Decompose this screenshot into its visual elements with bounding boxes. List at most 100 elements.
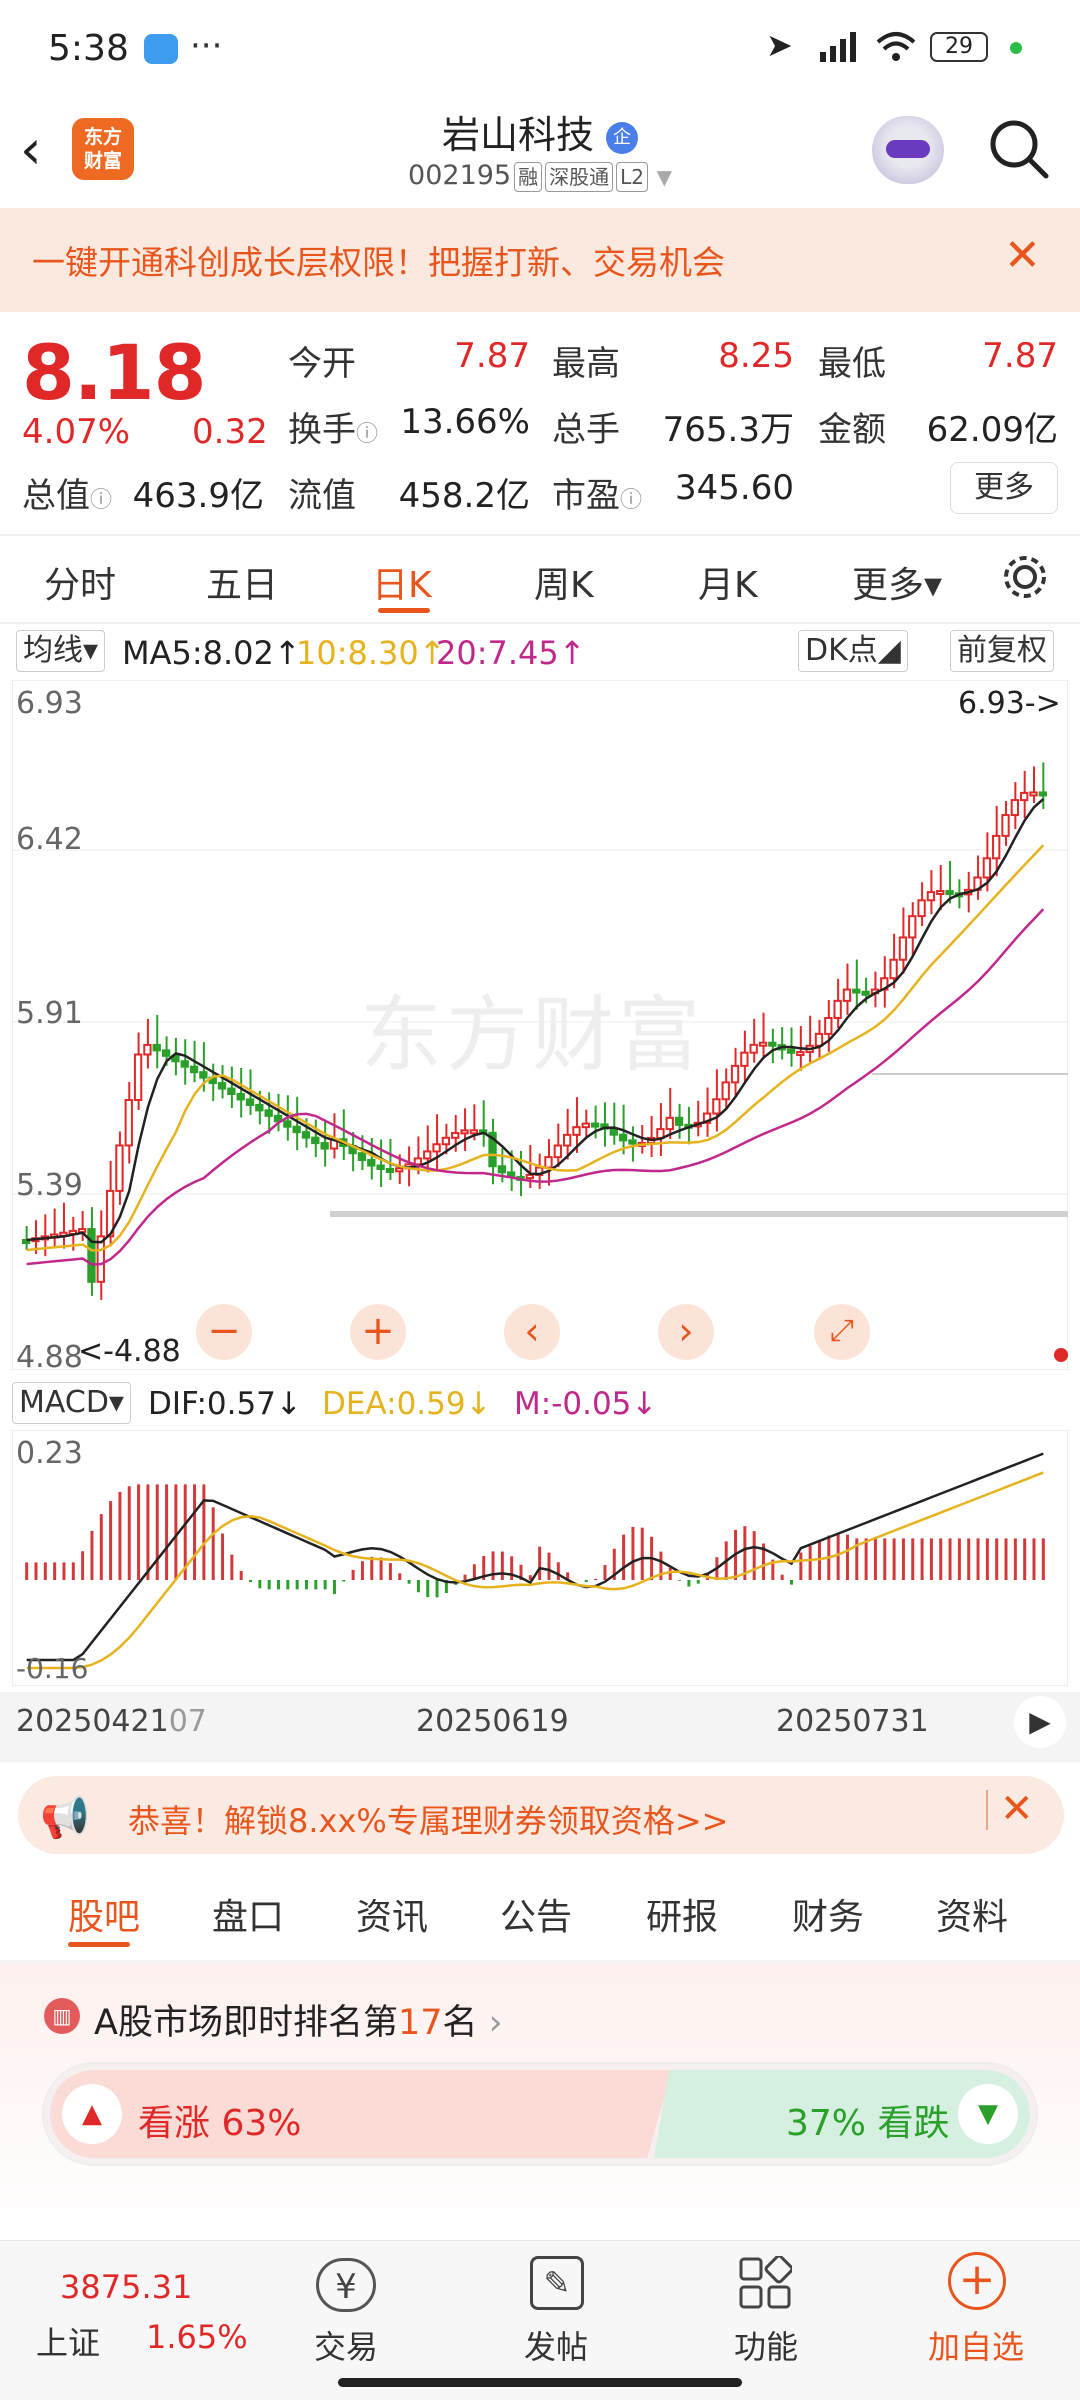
index-name[interactable]: 上证	[36, 2318, 100, 2364]
candle	[982, 857, 992, 879]
candle	[842, 988, 852, 1002]
scroll-left-button[interactable]: ‹	[504, 1304, 560, 1360]
ma-selector[interactable]: 均线▾	[16, 630, 106, 672]
candle	[628, 1139, 637, 1145]
candle	[581, 1122, 590, 1129]
tab-weekly-k[interactable]: 周K	[534, 556, 594, 608]
candle	[945, 889, 954, 895]
more-dots-icon: ···	[190, 26, 223, 66]
tab-intraday[interactable]: 分时	[44, 556, 116, 608]
divider	[0, 534, 1080, 536]
close-icon[interactable]: ✕	[1000, 1786, 1034, 1832]
tab-announcements[interactable]: 公告	[500, 1888, 572, 1940]
tab-daily-k[interactable]: 日K	[372, 556, 432, 608]
candle	[917, 899, 926, 918]
candle	[161, 1049, 171, 1057]
axis-label: 5.39	[16, 1168, 83, 1203]
settings-gear-icon[interactable]	[1000, 552, 1050, 602]
macd-chart[interactable]	[11, 1429, 1069, 1687]
search-icon[interactable]	[986, 116, 1050, 180]
nav-post[interactable]: 发帖	[486, 2322, 626, 2368]
candle	[544, 1156, 553, 1169]
index-change[interactable]: 1.65%	[146, 2318, 248, 2356]
candle	[283, 1120, 292, 1128]
nav-add-watchlist[interactable]: 加自选	[906, 2322, 1046, 2368]
robot-assistant-icon[interactable]	[872, 116, 944, 184]
tab-monthly-k[interactable]: 月K	[698, 556, 758, 608]
tab-guba[interactable]: 股吧	[68, 1888, 140, 1940]
candle	[525, 1173, 535, 1180]
candle	[180, 1060, 189, 1068]
high-label: 最高	[552, 344, 620, 384]
nav-function[interactable]: 功能	[696, 2322, 836, 2368]
candle	[124, 1099, 133, 1147]
low-marker: <-4.88	[78, 1334, 181, 1369]
add-watchlist-icon[interactable]: +	[948, 2252, 1006, 2310]
more-button[interactable]: 更多	[950, 462, 1058, 514]
tab-profile[interactable]: 资料	[936, 1888, 1008, 1940]
amount-label: 金额	[818, 410, 886, 450]
nav-trade[interactable]: 交易	[276, 2322, 416, 2368]
bearish-button[interactable]: ▼	[958, 2084, 1018, 2144]
candle	[889, 958, 898, 980]
candle	[357, 1152, 367, 1162]
candle	[1001, 814, 1010, 837]
candle	[852, 988, 861, 994]
active-tab-indicator	[68, 1942, 130, 1947]
signal-icon	[818, 30, 862, 64]
tab-pankou[interactable]: 盘口	[212, 1888, 284, 1940]
compose-icon[interactable]: ✎	[530, 2256, 584, 2310]
float-value: 458.2亿	[398, 476, 530, 516]
adjust-selector[interactable]: 前复权	[950, 630, 1054, 672]
m-label: M:-0.05↓	[514, 1386, 658, 1422]
index-value[interactable]: 3875.31	[60, 2268, 192, 2306]
tab-research[interactable]: 研报	[646, 1888, 718, 1940]
zoom-in-button[interactable]: +	[350, 1304, 406, 1360]
candle	[758, 1041, 768, 1047]
axis-label: 5.91	[16, 996, 83, 1031]
pe-label: 市盈ⓘ	[552, 476, 643, 516]
trade-icon[interactable]: ¥	[316, 2258, 376, 2312]
candle	[423, 1150, 432, 1160]
candle	[189, 1065, 199, 1074]
volume-label: 总手	[552, 410, 620, 450]
dif-label: DIF:0.57↓	[148, 1386, 302, 1422]
candle	[217, 1082, 227, 1090]
wifi-icon	[874, 30, 918, 64]
tab-more[interactable]: 更多▾	[852, 556, 942, 608]
macd-axis-bottom: -0.16	[16, 1652, 89, 1685]
ma5-label: MA5:8.02↑	[122, 634, 301, 672]
candle	[245, 1098, 255, 1106]
promo-banner-text: 一键开通科创成长层权限！把握打新、交易机会	[32, 243, 725, 282]
dk-selector[interactable]: DK点◢	[798, 630, 908, 672]
candle	[553, 1144, 562, 1159]
candle	[320, 1142, 329, 1150]
battery-dot	[1010, 42, 1022, 54]
high-marker: 6.93->	[958, 686, 1061, 721]
bullish-label: 看涨 63%	[138, 2103, 302, 2144]
tab-news[interactable]: 资讯	[356, 1888, 428, 1940]
candle	[665, 1116, 674, 1131]
enterprise-badge-icon: 企	[606, 121, 639, 154]
ranking-text[interactable]: A股市场即时排名第17名 ›	[94, 1994, 503, 2045]
close-icon[interactable]: ✕	[1004, 230, 1041, 281]
candle	[199, 1071, 208, 1079]
candle	[451, 1131, 460, 1139]
play-icon[interactable]: ▶	[1014, 1696, 1066, 1748]
candle	[87, 1228, 96, 1283]
candle	[786, 1048, 796, 1054]
candle	[796, 1051, 805, 1057]
tab-finance[interactable]: 财务	[792, 1888, 864, 1940]
scroll-right-button[interactable]: ›	[658, 1304, 714, 1360]
bullish-button[interactable]: ▲	[62, 2084, 122, 2144]
candle	[618, 1133, 628, 1142]
fullscreen-icon[interactable]: ⤢	[814, 1304, 870, 1360]
zoom-out-button[interactable]: −	[196, 1304, 252, 1360]
change-percent: 4.07%	[22, 412, 131, 452]
date-label: 20250731	[776, 1704, 929, 1739]
macd-selector[interactable]: MACD▾	[12, 1382, 131, 1424]
tab-five-day[interactable]: 五日	[206, 556, 278, 608]
candle	[311, 1136, 320, 1145]
grid-icon[interactable]	[738, 2254, 794, 2310]
candle	[898, 936, 908, 961]
